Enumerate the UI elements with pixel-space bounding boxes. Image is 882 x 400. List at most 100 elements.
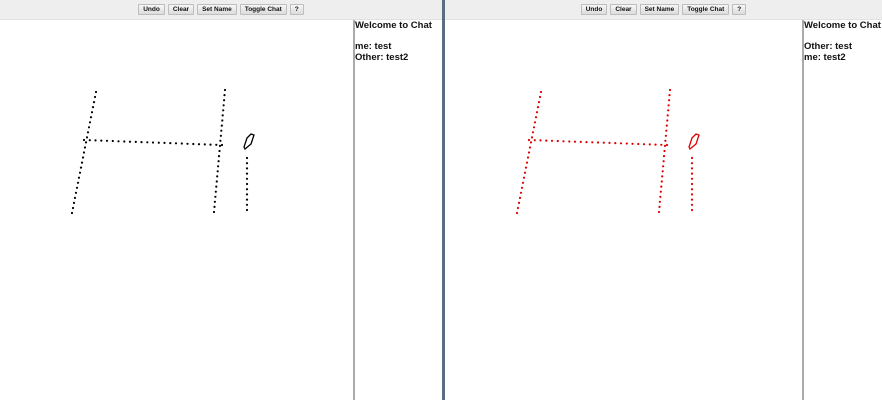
ink-dot	[123, 140, 126, 143]
drawing-surface[interactable]	[445, 20, 802, 400]
ink-dot	[245, 203, 249, 206]
ink-dot	[76, 181, 80, 184]
ink-dot	[536, 106, 540, 109]
ink-dot	[524, 166, 528, 169]
ink-dot	[523, 171, 527, 174]
h-right-stroke	[657, 88, 672, 214]
set-name-button[interactable]: Set Name	[197, 4, 237, 15]
ink-dot	[535, 111, 539, 114]
ink-dot	[533, 139, 536, 142]
ink-dot	[516, 206, 520, 210]
ink-dot	[579, 140, 582, 143]
ink-dot	[556, 139, 559, 143]
ink-dot	[573, 140, 577, 143]
ink-dot	[637, 142, 640, 146]
h-left-stroke	[515, 90, 543, 215]
ink-dot	[662, 160, 665, 163]
ink-dot	[517, 201, 521, 204]
ink-dot	[83, 146, 87, 149]
ink-dot	[690, 203, 694, 206]
ink-dot	[664, 139, 667, 142]
ink-dot	[245, 177, 249, 180]
drawing-canvas[interactable]	[445, 20, 802, 400]
ink-dot	[93, 95, 97, 99]
ink-dot	[666, 114, 669, 117]
ink-dot	[74, 191, 78, 194]
ink-dot	[215, 143, 218, 146]
clear-button[interactable]: Clear	[610, 4, 637, 15]
i-dot-stroke	[243, 133, 255, 151]
ink-dot	[690, 208, 694, 212]
ink-dot	[213, 205, 216, 208]
ink-dot	[223, 88, 227, 92]
ink-dot	[217, 165, 220, 168]
ink-dot	[522, 176, 526, 179]
ink-dot	[545, 139, 548, 142]
ink-dot	[690, 198, 694, 201]
ink-dot	[88, 139, 91, 142]
ink-dot	[174, 142, 178, 145]
ink-dot	[105, 139, 109, 142]
ink-dot	[658, 200, 661, 203]
undo-button[interactable]: Undo	[580, 4, 608, 15]
ink-dot	[642, 143, 646, 146]
ink-dot	[521, 181, 525, 184]
drawing-canvas[interactable]	[0, 20, 353, 400]
undo-button[interactable]: Undo	[138, 4, 165, 15]
ink-dot	[217, 160, 220, 163]
ink-dot	[245, 162, 249, 165]
ink-dot	[218, 149, 221, 153]
ink-dot	[77, 176, 81, 179]
ink-dot	[151, 141, 155, 144]
ink-dot	[220, 143, 224, 147]
ink-dot	[86, 131, 90, 134]
clear-button[interactable]: Clear	[167, 4, 195, 15]
ink-dot	[690, 177, 694, 180]
set-name-button[interactable]: Set Name	[639, 4, 680, 15]
ink-dot	[585, 141, 588, 144]
ink-dot	[222, 104, 225, 107]
ink-dot	[665, 129, 668, 132]
ink-dot	[690, 167, 694, 170]
ink-dot	[186, 142, 189, 145]
ink-dot	[525, 161, 529, 164]
ink-dot	[664, 134, 667, 137]
help-button[interactable]: ?	[732, 4, 747, 15]
ink-dot	[215, 180, 218, 183]
toggle-chat-button[interactable]: Toggle Chat	[682, 4, 730, 15]
ink-dot	[690, 162, 694, 165]
right-client-pane: Undo Clear Set Name Toggle Chat ? Welcom…	[445, 0, 882, 400]
ink-dot	[665, 143, 669, 147]
ink-dot	[532, 126, 536, 129]
ink-dot	[92, 101, 96, 104]
ink-dot	[213, 200, 216, 203]
chat-message: me: test2	[804, 51, 846, 63]
ink-dot	[217, 155, 221, 158]
ink-dot	[518, 196, 522, 199]
ink-dot	[220, 129, 223, 132]
drawing-surface[interactable]	[0, 20, 353, 400]
toggle-chat-button[interactable]: Toggle Chat	[239, 4, 287, 15]
ink-dot	[661, 170, 664, 173]
ink-dot	[533, 121, 537, 124]
ink-dot	[245, 182, 249, 186]
ink-dot	[117, 140, 120, 143]
ink-dot	[223, 94, 226, 97]
ink-dot	[212, 210, 216, 214]
ink-dot	[665, 124, 668, 127]
ink-dot	[654, 143, 657, 146]
ink-dot	[690, 156, 694, 160]
ink-dot	[660, 143, 663, 146]
ink-dot	[79, 166, 83, 169]
h-left-stroke	[70, 90, 98, 215]
ink-dot	[527, 138, 531, 142]
ink-dot	[71, 206, 75, 210]
chat-panel: Welcome to Chat Other: test me: test2	[802, 20, 882, 400]
ink-dot	[245, 188, 249, 191]
ink-dot	[657, 210, 661, 214]
chat-messages: Other: test me: test2	[804, 41, 882, 63]
ink-dot	[534, 116, 538, 119]
ink-dot	[214, 195, 217, 198]
help-button[interactable]: ?	[289, 4, 304, 15]
ink-dot	[87, 126, 91, 129]
